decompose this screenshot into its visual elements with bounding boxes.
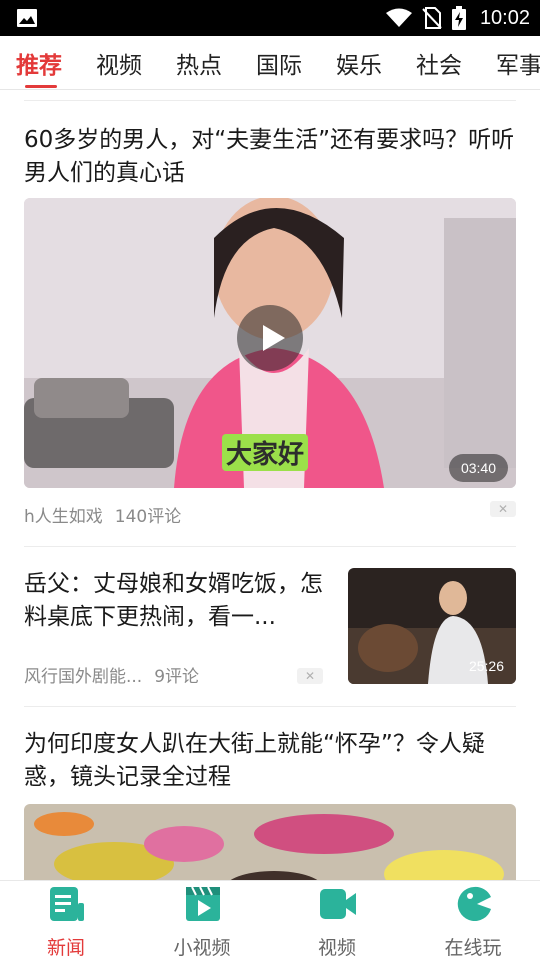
video-duration: 03:40: [448, 454, 508, 482]
nav-label: 新闻: [46, 937, 85, 959]
news-icon: [50, 887, 84, 921]
article-source: h人生如戏: [24, 507, 103, 527]
video-thumbnail[interactable]: 大家好 03:40: [24, 198, 516, 488]
news-feed[interactable]: 60多岁的男人，对“夫妻生活”还有要求吗？听听男人们的真心话 大家好 03:40: [0, 90, 540, 880]
battery-charging-icon: [451, 6, 466, 30]
comment-count: 9评论: [154, 667, 200, 687]
category-tabs: 推荐 视频 热点 国际 娱乐 社会 军事: [0, 36, 540, 90]
comment-count: 140评论: [114, 507, 182, 527]
video-thumbnail[interactable]: 25:26: [348, 568, 516, 684]
article-title[interactable]: 岳父：丈母娘和女婿吃饭，怎料桌底下更热闹，看一...: [24, 568, 324, 634]
short-video-icon: [186, 886, 220, 921]
play-button[interactable]: [237, 305, 303, 371]
video-frame-image: [24, 804, 516, 880]
tab-international[interactable]: 国际: [256, 46, 302, 80]
article-meta: 风行国外剧能... 9评论: [24, 662, 199, 687]
dismiss-button[interactable]: ✕: [490, 501, 516, 517]
nav-label: 视频: [317, 937, 356, 959]
article-meta: h人生如戏 140评论: [24, 502, 181, 527]
bottom-navigation: 新闻 小视频 视频 在线玩: [0, 880, 540, 960]
tab-society[interactable]: 社会: [416, 46, 462, 80]
nav-news[interactable]: 新闻: [6, 881, 126, 960]
article-title[interactable]: 为何印度女人趴在大街上就能“怀孕”？令人疑惑，镜头记录全过程: [24, 728, 516, 794]
dismiss-button[interactable]: ✕: [297, 668, 323, 684]
active-tab-indicator: [25, 85, 57, 88]
tab-recommended[interactable]: 推荐: [16, 46, 62, 80]
nav-video[interactable]: 视频: [277, 881, 397, 960]
tab-entertainment[interactable]: 娱乐: [336, 46, 382, 80]
divider: [24, 706, 516, 707]
clock: 10:02: [479, 6, 530, 29]
nav-short-video[interactable]: 小视频: [142, 881, 262, 960]
nav-label: 小视频: [173, 937, 231, 959]
video-caption: 大家好: [222, 434, 309, 471]
tab-trending[interactable]: 热点: [176, 46, 222, 80]
divider: [24, 546, 516, 547]
wifi-icon: [385, 8, 412, 27]
gallery-icon: [17, 9, 37, 27]
no-sim-icon: [422, 7, 442, 29]
tab-video[interactable]: 视频: [96, 46, 142, 80]
nav-label: 在线玩: [444, 937, 502, 959]
tab-military[interactable]: 军事: [496, 46, 540, 80]
video-camera-icon: [320, 889, 356, 919]
nav-play-online[interactable]: 在线玩: [413, 881, 533, 960]
article-title[interactable]: 60多岁的男人，对“夫妻生活”还有要求吗？听听男人们的真心话: [24, 124, 516, 190]
game-icon: [457, 886, 491, 921]
video-duration: 25:26: [468, 658, 504, 674]
article-source: 风行国外剧能...: [24, 667, 143, 687]
status-bar: 10:02: [0, 0, 540, 36]
divider: [24, 100, 516, 101]
video-thumbnail[interactable]: [24, 804, 516, 880]
